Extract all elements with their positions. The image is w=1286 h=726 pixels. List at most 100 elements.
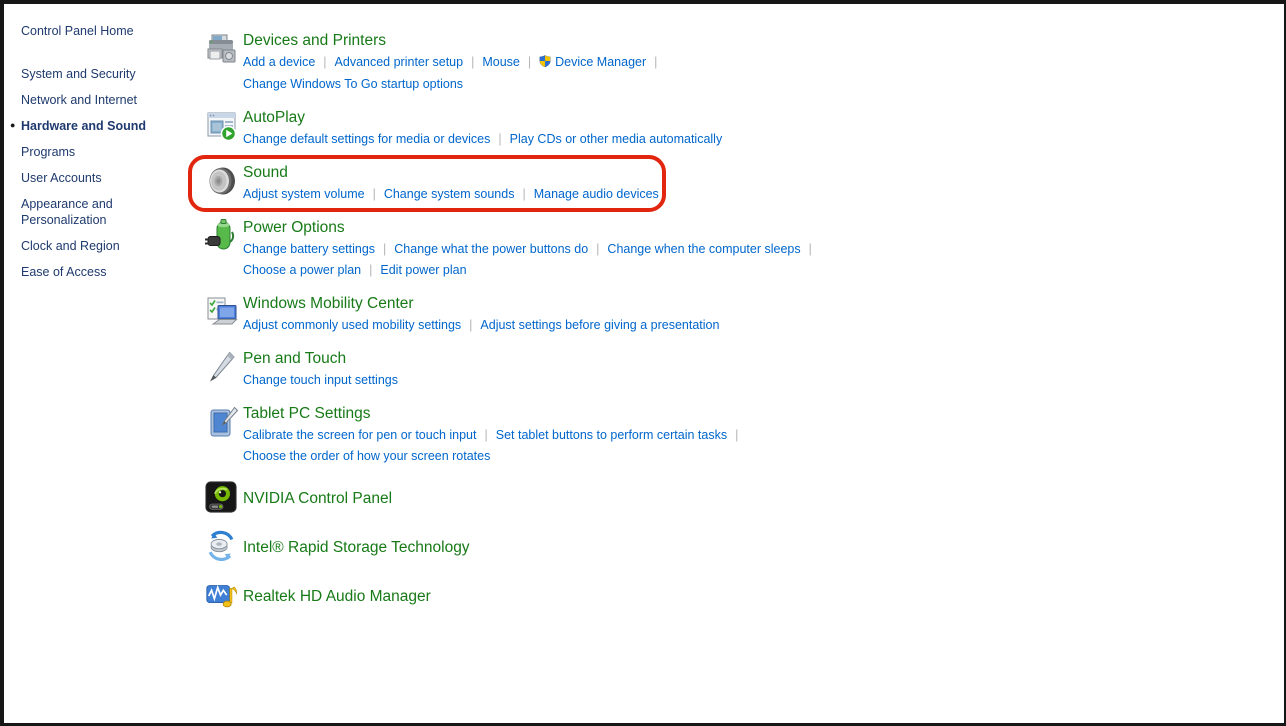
task-link-play-cds-or-other-media-automatically[interactable]: Play CDs or other media automatically — [510, 132, 723, 146]
section-title-intel-rapid-storage-technology[interactable]: Intel® Rapid Storage Technology — [243, 537, 470, 559]
section-title-tablet-pc-settings[interactable]: Tablet PC Settings — [243, 403, 371, 425]
task-link-change-windows-to-go-startup-options[interactable]: Change Windows To Go startup options — [243, 77, 463, 91]
section-title-windows-mobility-center[interactable]: Windows Mobility Center — [243, 293, 414, 315]
nvidia-icon[interactable] — [204, 480, 238, 519]
task-link-adjust-commonly-used-mobility-settings[interactable]: Adjust commonly used mobility settings — [243, 318, 461, 332]
task-link-calibrate-the-screen-for-pen-or-touch-input[interactable]: Calibrate the screen for pen or touch in… — [243, 428, 476, 442]
intel-rst-icon[interactable] — [204, 529, 238, 568]
task-links-row: Choose a power plan|Edit power plan — [243, 260, 820, 281]
active-marker-icon: ● — [10, 121, 15, 130]
task-links-row: Calibrate the screen for pen or touch in… — [243, 425, 746, 446]
sidebar-item-label: Clock and Region — [21, 239, 120, 253]
section-nvidia-control-panel: NVIDIA Control Panel — [204, 479, 820, 519]
separator: | — [596, 242, 599, 256]
section-title-sound[interactable]: Sound — [243, 162, 288, 184]
task-link-change-touch-input-settings[interactable]: Change touch input settings — [243, 373, 398, 387]
sidebar-item-user-accounts[interactable]: ● User Accounts — [21, 170, 161, 186]
speaker-icon[interactable] — [204, 186, 240, 203]
task-link-manage-audio-devices[interactable]: Manage audio devices — [534, 187, 659, 201]
sidebar-nav-list: ● System and Security ● Network and Inte… — [21, 66, 186, 280]
task-link-label: Add a device — [243, 55, 315, 69]
separator: | — [735, 428, 738, 442]
task-link-label: Change what the power buttons do — [394, 242, 588, 256]
task-link-label: Adjust system volume — [243, 187, 365, 201]
section-autoplay: AutoPlay Change default settings for med… — [204, 107, 820, 150]
task-links-row: Choose the order of how your screen rota… — [243, 446, 746, 467]
sidebar-item-label: Ease of Access — [21, 265, 106, 279]
section-title-realtek-hd-audio-manager[interactable]: Realtek HD Audio Manager — [243, 586, 431, 608]
task-link-edit-power-plan[interactable]: Edit power plan — [380, 263, 466, 277]
section-title-pen-and-touch[interactable]: Pen and Touch — [243, 348, 346, 370]
task-link-change-when-the-computer-sleeps[interactable]: Change when the computer sleeps — [607, 242, 800, 256]
task-link-device-manager[interactable]: Device Manager — [539, 55, 646, 69]
task-link-set-tablet-buttons-to-perform-certain-tasks[interactable]: Set tablet buttons to perform certain ta… — [496, 428, 727, 442]
section-title-devices-and-printers[interactable]: Devices and Printers — [243, 30, 386, 52]
main-content: Devices and Printers Add a device | Advanc… — [186, 4, 820, 723]
task-link-label: Change battery settings — [243, 242, 375, 256]
task-link-add-a-device[interactable]: Add a device — [243, 55, 315, 69]
task-link-label: Change default settings for media or dev… — [243, 132, 490, 146]
section-intel-rapid-storage-technology: Intel® Rapid Storage Technology — [204, 528, 820, 568]
sidebar-item-appearance-and-personalization[interactable]: ● Appearance and Personalization — [21, 196, 161, 228]
task-link-change-system-sounds[interactable]: Change system sounds — [384, 187, 515, 201]
task-link-label: Calibrate the screen for pen or touch in… — [243, 428, 476, 442]
task-link-label: Play CDs or other media automatically — [510, 132, 723, 146]
sidebar-item-system-and-security[interactable]: ● System and Security — [21, 66, 161, 82]
separator: | — [809, 242, 812, 256]
printer-icon[interactable] — [204, 54, 240, 71]
task-links-row: Change battery settings | Change what the … — [243, 239, 820, 260]
separator: | — [528, 55, 531, 69]
separator: | — [654, 55, 657, 69]
section-pen-and-touch: Pen and Touch Change touch input setting… — [204, 348, 820, 391]
task-link-label: Change system sounds — [384, 187, 515, 201]
section-power-options: Power Options Change battery settings|Ch… — [204, 217, 820, 281]
task-link-label: Choose a power plan — [243, 263, 361, 277]
separator: | — [471, 55, 474, 69]
task-link-label: Device Manager — [555, 55, 646, 69]
task-link-label: Change Windows To Go startup options — [243, 77, 463, 91]
separator: | — [373, 187, 376, 201]
sidebar-item-programs[interactable]: ● Programs — [21, 144, 161, 160]
task-link-adjust-settings-before-giving-a-presentation[interactable]: Adjust settings before giving a presenta… — [480, 318, 719, 332]
separator: | — [383, 242, 386, 256]
section-title-power-options[interactable]: Power Options — [243, 217, 345, 239]
section-sound: Sound Adjust system volume | Change system… — [204, 162, 820, 205]
sidebar-item-label: Network and Internet — [21, 93, 137, 107]
sidebar-item-hardware-and-sound[interactable]: ● Hardware and Sound — [21, 118, 161, 134]
task-link-label: Choose the order of how your screen rota… — [243, 449, 490, 463]
task-links-row: Change default settings for media or dev… — [243, 129, 722, 150]
section-title-nvidia-control-panel[interactable]: NVIDIA Control Panel — [243, 488, 392, 510]
task-link-mouse[interactable]: Mouse — [482, 55, 520, 69]
task-link-label: Adjust commonly used mobility settings — [243, 318, 461, 332]
task-link-label: Manage audio devices — [534, 187, 659, 201]
task-link-choose-the-order-of-how-your-screen-rotates[interactable]: Choose the order of how your screen rota… — [243, 449, 490, 463]
section-windows-mobility-center: Windows Mobility Center Adjust commonly … — [204, 293, 820, 336]
section-devices-and-printers: Devices and Printers Add a device | Advanc… — [204, 30, 820, 95]
separator: | — [522, 187, 525, 201]
task-links-row: Change touch input settings — [243, 370, 398, 391]
sidebar-item-clock-and-region[interactable]: ● Clock and Region — [21, 238, 161, 254]
task-link-advanced-printer-setup[interactable]: Advanced printer setup — [335, 55, 464, 69]
sidebar-item-control-panel-home[interactable]: Control Panel Home — [21, 24, 186, 38]
sidebar-item-ease-of-access[interactable]: ● Ease of Access — [21, 264, 161, 280]
task-link-adjust-system-volume[interactable]: Adjust system volume — [243, 187, 365, 201]
tablet-pen-icon[interactable] — [204, 427, 240, 444]
section-title-autoplay[interactable]: AutoPlay — [243, 107, 305, 129]
battery-plug-icon[interactable] — [204, 241, 240, 258]
task-link-label: Set tablet buttons to perform certain ta… — [496, 428, 727, 442]
task-links-row: Adjust system volume | Change system sound… — [243, 184, 659, 205]
realtek-audio-icon[interactable] — [204, 578, 238, 617]
pen-icon[interactable] — [204, 372, 240, 389]
sidebar-item-network-and-internet[interactable]: ● Network and Internet — [21, 92, 161, 108]
task-links-row: Change Windows To Go startup options — [243, 74, 665, 95]
task-links-row: Adjust commonly used mobility settings|A… — [243, 315, 719, 336]
sidebar-item-label: Programs — [21, 145, 75, 159]
task-link-change-what-the-power-buttons-do[interactable]: Change what the power buttons do — [394, 242, 588, 256]
mobility-center-icon[interactable] — [204, 317, 240, 334]
autoplay-icon[interactable] — [204, 131, 240, 148]
task-link-change-battery-settings[interactable]: Change battery settings — [243, 242, 375, 256]
task-links-row: Add a device | Advanced printer setup | Mous… — [243, 52, 665, 74]
task-link-choose-a-power-plan[interactable]: Choose a power plan — [243, 263, 361, 277]
task-link-change-default-settings-for-media-or-devices[interactable]: Change default settings for media or dev… — [243, 132, 490, 146]
separator: | — [323, 55, 326, 69]
